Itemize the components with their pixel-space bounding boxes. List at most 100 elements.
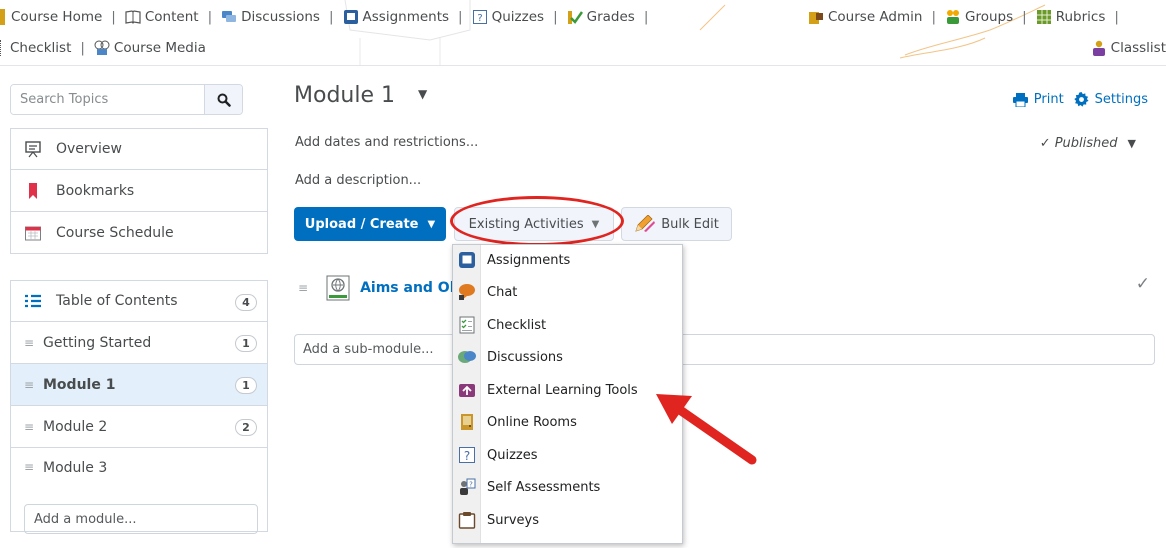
- menu-item-assignments[interactable]: Assignments: [453, 245, 682, 275]
- menu-item-checklist[interactable]: Checklist: [453, 310, 682, 340]
- checkmark-icon: ✓: [1135, 274, 1150, 294]
- drag-handle-icon[interactable]: ≡: [24, 420, 34, 434]
- page-title: Module 1: [294, 83, 395, 108]
- discussions-icon: [458, 351, 476, 363]
- overview-icon: [24, 140, 42, 158]
- online-rooms-icon: [461, 414, 473, 430]
- chevron-down-icon: ▼: [591, 218, 600, 230]
- sidebar-item-course-schedule[interactable]: Course Schedule: [10, 212, 268, 254]
- nav-content[interactable]: Content: [125, 9, 199, 25]
- search-topics: [10, 84, 243, 115]
- menu-item-surveys[interactable]: Surveys: [453, 505, 682, 535]
- add-module-input[interactable]: [25, 511, 257, 527]
- quizzes-icon: ?: [472, 10, 487, 24]
- add-module-field: [24, 504, 258, 534]
- svg-text:?: ?: [469, 481, 473, 489]
- drag-handle-icon[interactable]: ≡: [298, 281, 308, 295]
- pencil-icon: [635, 215, 656, 232]
- drag-handle-icon[interactable]: ≡: [24, 378, 34, 392]
- list-icon: [24, 292, 42, 310]
- print-icon: [1012, 92, 1028, 107]
- web-page-icon: [326, 275, 350, 301]
- count-badge: 1: [235, 377, 257, 394]
- menu-item-online-rooms[interactable]: Online Rooms: [453, 407, 682, 437]
- add-description-link[interactable]: Add a description...: [295, 173, 421, 188]
- book-icon: [125, 10, 141, 24]
- calendar-icon: [24, 224, 42, 242]
- sidebar-item-label: Getting Started: [43, 334, 152, 351]
- sidebar-item-label: Module 1: [43, 376, 116, 393]
- grades-icon: [567, 11, 583, 24]
- search-input[interactable]: [11, 85, 204, 114]
- menu-item-chat[interactable]: Chat: [453, 277, 682, 307]
- surveys-icon: [458, 512, 476, 529]
- menu-item-self-assessments[interactable]: ? Self Assessments: [453, 472, 682, 502]
- sidebar-item-label: Module 2: [43, 418, 108, 435]
- assignments-icon: [343, 10, 358, 24]
- checklist-icon: [459, 316, 475, 334]
- nav-course-admin[interactable]: Course Admin: [808, 9, 922, 25]
- chat-icon: [459, 284, 475, 300]
- chevron-down-icon[interactable]: ▼: [1128, 137, 1136, 150]
- svg-text:?: ?: [464, 449, 470, 463]
- chevron-down-icon: ▼: [427, 218, 436, 230]
- nav-rubrics[interactable]: Rubrics: [1036, 9, 1105, 25]
- menu-item-quizzes[interactable]: ? Quizzes: [453, 440, 682, 470]
- print-button[interactable]: Print: [1012, 92, 1064, 107]
- sidebar-item-module-2[interactable]: ≡ Module 2 2: [10, 406, 268, 448]
- sidebar-item-overview[interactable]: Overview: [10, 128, 268, 170]
- nav-discussions[interactable]: Discussions: [221, 9, 320, 25]
- discussions-icon: [222, 11, 237, 22]
- nav-course-media[interactable]: Course Media: [94, 40, 206, 56]
- sidebar-item-label: Overview: [56, 141, 122, 157]
- upload-create-button[interactable]: Upload / Create ▼: [294, 207, 446, 241]
- menu-item-discussions[interactable]: Discussions: [453, 342, 682, 372]
- sidebar-item-getting-started[interactable]: ≡ Getting Started 1: [10, 322, 268, 364]
- published-status[interactable]: ✓ Published ▼: [1040, 136, 1136, 151]
- sidebar-item-table-of-contents[interactable]: Table of Contents 4: [10, 280, 268, 322]
- course-home-icon: [0, 9, 5, 25]
- topic-title-link[interactable]: Aims and Ob: [360, 280, 460, 296]
- sidebar-item-label: Bookmarks: [56, 182, 135, 199]
- checklist-icon: [0, 40, 4, 56]
- nav-grades[interactable]: Grades: [567, 9, 635, 25]
- count-badge: 1: [235, 335, 257, 352]
- nav-quizzes[interactable]: ? Quizzes: [472, 9, 544, 25]
- checkmark-icon: ✓: [1039, 136, 1051, 151]
- nav-groups[interactable]: Groups: [945, 9, 1013, 25]
- topic-row[interactable]: ≡ Aims and Ob ✓: [294, 270, 1154, 306]
- module-menu-chevron-icon[interactable]: ▼: [418, 87, 427, 101]
- bulk-edit-button[interactable]: Bulk Edit: [621, 207, 732, 241]
- sidebar-item-label: Module 3: [43, 460, 108, 476]
- sidebar-item-label: Table of Contents: [56, 293, 178, 309]
- add-submodule-input[interactable]: [295, 342, 1154, 357]
- search-button[interactable]: [204, 85, 242, 114]
- add-dates-link[interactable]: Add dates and restrictions...: [295, 135, 478, 150]
- course-media-icon: [94, 40, 110, 55]
- existing-activities-button[interactable]: Existing Activities ▼: [454, 207, 614, 241]
- nav-assignments[interactable]: Assignments: [343, 9, 449, 25]
- add-submodule-field: [294, 334, 1155, 365]
- menu-item-external-learning-tools[interactable]: External Learning Tools: [453, 375, 682, 405]
- nav-course-home[interactable]: Course Home: [11, 9, 102, 25]
- sidebar-item-module-1[interactable]: ≡ Module 1 1: [10, 364, 268, 406]
- sidebar-item-bookmarks[interactable]: Bookmarks: [10, 170, 268, 212]
- gear-icon: [1073, 92, 1089, 107]
- course-navbar: Course Home | Content | Discussions | As…: [0, 0, 1166, 66]
- drag-handle-icon[interactable]: ≡: [24, 336, 34, 350]
- drag-handle-icon[interactable]: ≡: [24, 460, 34, 474]
- sidebar-item-label: Course Schedule: [56, 224, 174, 241]
- nav-checklist[interactable]: Checklist: [10, 40, 71, 56]
- sidebar-nav: Overview Bookmarks Course Schedule: [10, 128, 268, 254]
- settings-button[interactable]: Settings: [1073, 92, 1148, 107]
- existing-activities-menu: Assignments Chat Checklist Discussions E…: [452, 244, 683, 544]
- count-badge: 2: [235, 419, 257, 436]
- rubrics-icon: [1036, 10, 1051, 24]
- count-badge: 4: [235, 294, 257, 311]
- table-of-contents: Table of Contents 4 ≡ Getting Started 1 …: [10, 280, 268, 532]
- svg-text:?: ?: [477, 13, 482, 24]
- print-settings-bar: Print Settings: [1012, 92, 1148, 107]
- nav-classlist[interactable]: Classlist: [1091, 40, 1166, 56]
- course-admin-icon: [809, 12, 823, 24]
- groups-icon: [947, 10, 960, 24]
